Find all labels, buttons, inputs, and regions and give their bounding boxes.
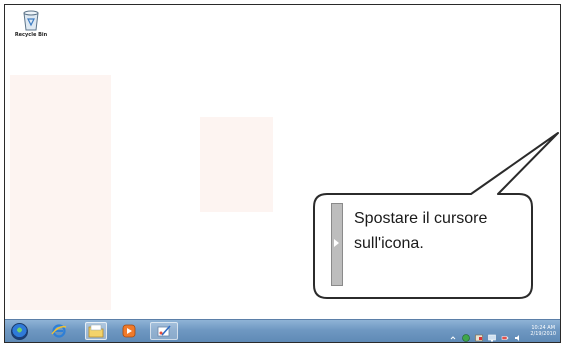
folder-icon [88,324,104,338]
callout-text: Spostare il cursore sull'icona. [354,206,534,256]
clock[interactable]: 10:24 AM 2/19/2010 [530,325,556,337]
action-center-icon[interactable] [475,327,484,342]
taskbar-paint[interactable] [150,322,178,340]
media-player-icon [122,324,136,338]
volume-icon[interactable] [514,327,522,341]
instruction-callout: Spostare il cursore sull'icona. [316,192,537,299]
power-icon[interactable] [501,327,509,340]
start-button[interactable] [9,322,29,340]
taskbar-windows-explorer[interactable] [85,322,107,340]
show-hidden-icons-icon[interactable] [449,327,457,340]
network-icon[interactable] [462,327,471,342]
play-arrow-icon [334,239,339,247]
paint-icon [157,325,171,337]
callout-text-line: sull'icona. [354,235,424,252]
windows-logo-icon [10,322,28,340]
clock-date: 2/19/2010 [530,331,556,337]
internet-explorer-icon [51,324,67,338]
callout-text-line: Spostare il cursore [354,210,488,227]
taskbar-internet-explorer[interactable] [49,322,69,340]
system-tray: 10:24 AM 2/19/2010 [449,322,556,342]
taskbar-media-player[interactable] [118,322,140,340]
display-icon[interactable] [488,327,497,342]
taskbar: 10:24 AM 2/19/2010 [5,319,560,342]
screen-frame: Recycle Bin Spostare il cursore sull'ico… [4,4,561,343]
